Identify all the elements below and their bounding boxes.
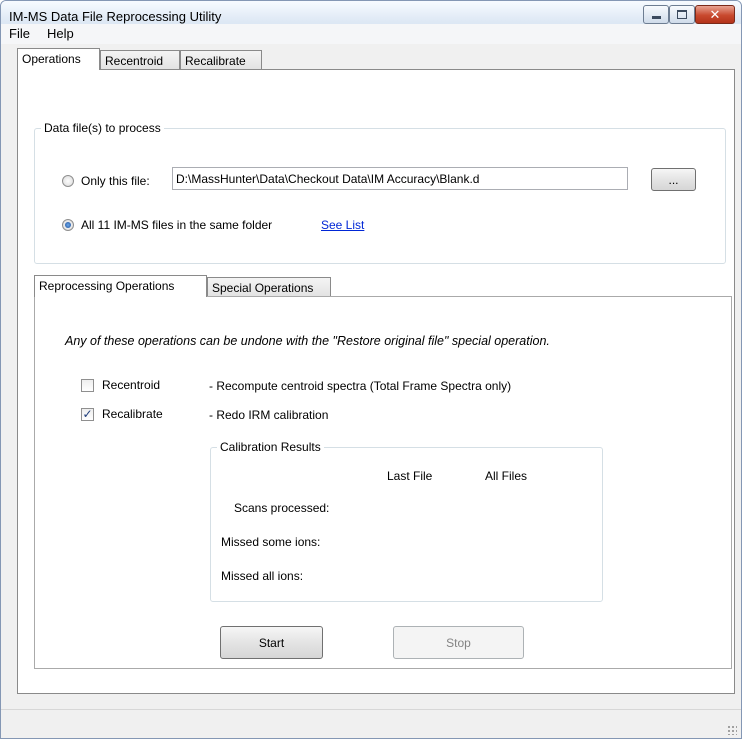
recentroid-checkbox[interactable] bbox=[81, 379, 94, 392]
maximize-icon bbox=[677, 10, 687, 19]
resize-grip-icon[interactable] bbox=[727, 725, 737, 735]
row-missed-all-ions: Missed all ions: bbox=[221, 569, 304, 583]
tab-recentroid[interactable]: Recentroid bbox=[100, 50, 180, 70]
reprocessing-panel: Any of these operations can be undone wi… bbox=[34, 296, 732, 669]
menu-bar: File Help bbox=[1, 24, 741, 44]
minimize-icon bbox=[651, 16, 661, 19]
row-scans-processed: Scans processed: bbox=[234, 501, 330, 515]
calibration-results-legend: Calibration Results bbox=[217, 440, 324, 454]
tab-operations[interactable]: Operations bbox=[17, 48, 100, 70]
calibration-results-group: Calibration Results Last File All Files … bbox=[210, 440, 603, 602]
start-button[interactable]: Start bbox=[220, 626, 323, 659]
file-path-input[interactable] bbox=[172, 167, 628, 190]
window-title: IM-MS Data File Reprocessing Utility bbox=[9, 9, 222, 24]
recalibrate-label: Recalibrate bbox=[102, 407, 163, 421]
all-files-label: All 11 IM-MS files in the same folder bbox=[81, 218, 273, 232]
browse-button[interactable]: ... bbox=[651, 168, 696, 191]
menu-help[interactable]: Help bbox=[47, 26, 74, 41]
minimize-button[interactable] bbox=[643, 5, 669, 24]
col-all-files: All Files bbox=[485, 469, 528, 483]
col-last-file: Last File bbox=[387, 469, 433, 483]
recalibrate-checkbox[interactable]: ✓ bbox=[81, 408, 94, 421]
operations-panel: Data file(s) to process Only this file: … bbox=[17, 69, 735, 694]
tab-special-operations[interactable]: Special Operations bbox=[207, 277, 331, 297]
undo-note: Any of these operations can be undone wi… bbox=[65, 334, 550, 348]
tab-recalibrate[interactable]: Recalibrate bbox=[180, 50, 262, 70]
all-files-radio[interactable] bbox=[62, 219, 74, 231]
tab-reprocessing-operations[interactable]: Reprocessing Operations bbox=[34, 275, 207, 297]
recentroid-description: - Recompute centroid spectra (Total Fram… bbox=[209, 379, 512, 393]
stop-button[interactable]: Stop bbox=[393, 626, 524, 659]
data-files-legend: Data file(s) to process bbox=[41, 121, 164, 135]
only-this-file-radio[interactable] bbox=[62, 175, 74, 187]
data-files-group: Data file(s) to process Only this file: … bbox=[34, 121, 726, 264]
only-this-file-label: Only this file: bbox=[81, 174, 150, 188]
menu-file[interactable]: File bbox=[9, 26, 30, 41]
recalibrate-description: - Redo IRM calibration bbox=[209, 408, 329, 422]
recentroid-label: Recentroid bbox=[102, 378, 161, 392]
app-window: IM-MS Data File Reprocessing Utility ✕ F… bbox=[0, 0, 742, 739]
close-button[interactable]: ✕ bbox=[695, 5, 735, 24]
see-list-link[interactable]: See List bbox=[321, 218, 364, 232]
close-icon: ✕ bbox=[709, 7, 721, 22]
maximize-button[interactable] bbox=[669, 5, 695, 24]
row-missed-some-ions: Missed some ions: bbox=[221, 535, 321, 549]
status-bar bbox=[1, 709, 741, 738]
